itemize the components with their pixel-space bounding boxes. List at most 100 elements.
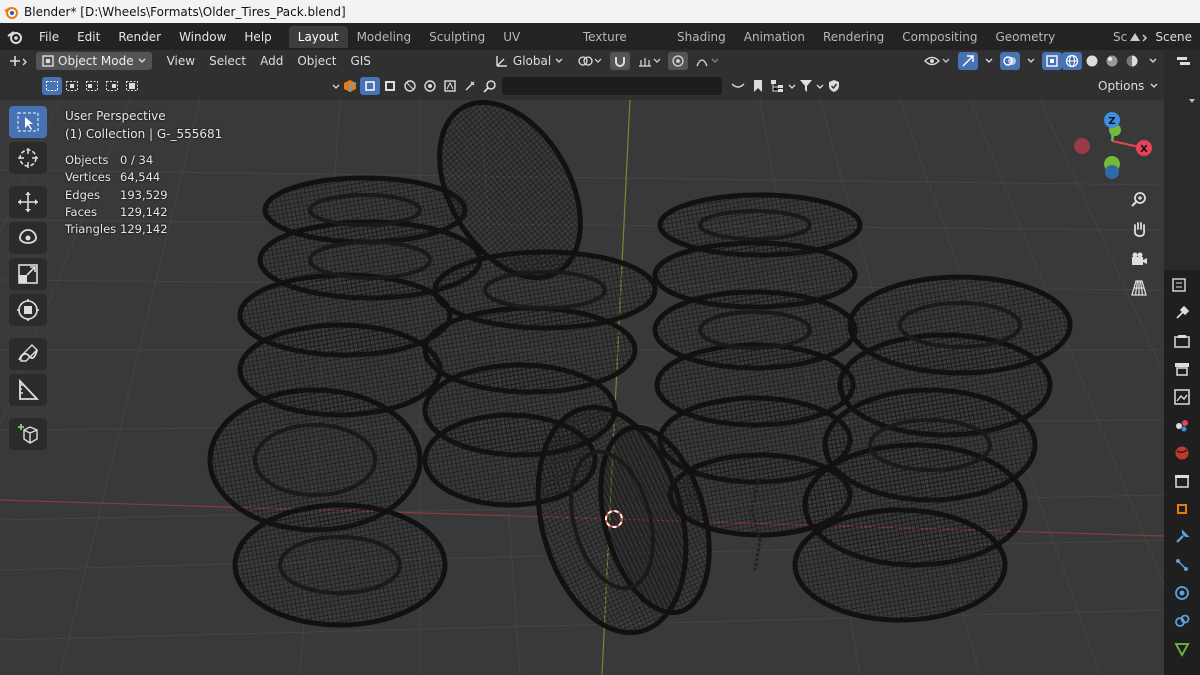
particles-properties-icon[interactable] bbox=[1171, 554, 1193, 576]
tab-layout[interactable]: Layout bbox=[288, 25, 348, 48]
output-properties-icon[interactable] bbox=[1171, 358, 1193, 380]
editor-type-icon[interactable] bbox=[0, 54, 36, 68]
pivot-point-icon[interactable] bbox=[570, 54, 610, 68]
gizmo-neg-z[interactable] bbox=[1105, 165, 1119, 179]
transform-orientation-dropdown[interactable]: Global bbox=[488, 54, 570, 68]
tool-measure[interactable] bbox=[9, 374, 47, 406]
menu-render[interactable]: Render bbox=[109, 30, 170, 44]
tool-rotate[interactable] bbox=[9, 222, 47, 254]
search-icon bbox=[480, 77, 500, 95]
gizmo-neg-x[interactable] bbox=[1074, 138, 1090, 154]
pan-button[interactable] bbox=[1126, 216, 1152, 242]
data-properties-icon[interactable] bbox=[1171, 638, 1193, 660]
visibility-icon[interactable] bbox=[916, 54, 958, 68]
scene-selector[interactable]: Scene bbox=[1127, 23, 1200, 50]
overlays-dropdown-icon[interactable] bbox=[1020, 58, 1042, 64]
tool-select-box[interactable] bbox=[9, 106, 47, 138]
filter-empty-icon[interactable] bbox=[420, 77, 440, 95]
orientation-label: Global bbox=[512, 54, 552, 68]
menu-file[interactable]: File bbox=[30, 30, 68, 44]
tab-shading[interactable]: Shading bbox=[668, 26, 735, 48]
tool-move[interactable] bbox=[9, 186, 47, 218]
scene-properties-icon[interactable] bbox=[1171, 414, 1193, 436]
gizmo-toggle-icon[interactable] bbox=[958, 52, 978, 70]
menu-help[interactable]: Help bbox=[235, 30, 280, 44]
outliner-scroll-arrow-icon[interactable] bbox=[1188, 98, 1196, 106]
tool-cursor[interactable] bbox=[9, 142, 47, 174]
zoom-button[interactable] bbox=[1126, 187, 1152, 213]
gizmo-dropdown-icon[interactable] bbox=[978, 58, 1000, 64]
filter-funnel-icon[interactable] bbox=[796, 77, 816, 95]
options-dropdown[interactable]: Options bbox=[1092, 77, 1165, 95]
outliner-search-input[interactable] bbox=[502, 77, 722, 95]
tool-scale[interactable] bbox=[9, 258, 47, 290]
snap-toggle-icon[interactable] bbox=[610, 52, 631, 70]
tab-compositing[interactable]: Compositing bbox=[893, 26, 986, 48]
tab-rendering[interactable]: Rendering bbox=[814, 26, 893, 48]
tab-texture-paint[interactable]: Texture Paint bbox=[574, 26, 668, 66]
filter-dropdown-icon[interactable] bbox=[332, 79, 340, 93]
tool-transform[interactable] bbox=[9, 294, 47, 326]
menu-window[interactable]: Window bbox=[170, 30, 235, 44]
object-types-icon[interactable] bbox=[340, 77, 360, 95]
constraints-properties-icon[interactable] bbox=[1171, 610, 1193, 632]
hierarchy-dropdown-icon[interactable] bbox=[788, 79, 796, 93]
filter-mesh-icon[interactable] bbox=[360, 77, 380, 95]
view-layer-icon[interactable] bbox=[1171, 386, 1193, 408]
falloff-icon[interactable] bbox=[688, 54, 728, 68]
tab-geometry-nodes[interactable]: Geometry Nodes bbox=[986, 26, 1104, 66]
snap-target-icon[interactable] bbox=[630, 54, 668, 68]
overlays-toggle-icon[interactable] bbox=[1000, 52, 1020, 70]
outliner-editor-icon[interactable] bbox=[1176, 56, 1196, 70]
select-new-icon[interactable] bbox=[42, 77, 62, 95]
select-intersect-icon[interactable] bbox=[122, 77, 142, 95]
tab-uv-editing[interactable]: UV Editing bbox=[494, 26, 574, 66]
wireframe-shading-icon[interactable] bbox=[1062, 52, 1082, 70]
world-properties-icon[interactable] bbox=[1171, 442, 1193, 464]
bookmark-icon[interactable] bbox=[748, 77, 768, 95]
blender-menu-icon[interactable] bbox=[0, 23, 30, 50]
xray-toggle-icon[interactable] bbox=[1042, 52, 1062, 70]
filter-grease-icon[interactable] bbox=[460, 77, 480, 95]
scene-name: Scene bbox=[1155, 29, 1192, 44]
filter-other-icon[interactable] bbox=[440, 77, 460, 95]
menu-view[interactable]: View bbox=[160, 54, 202, 68]
menu-edit[interactable]: Edit bbox=[68, 30, 109, 44]
grid-perspective-icon bbox=[1131, 280, 1147, 296]
tool-settings-icon[interactable] bbox=[1171, 302, 1193, 324]
shield-icon[interactable] bbox=[824, 77, 844, 95]
sync-selection-icon[interactable] bbox=[728, 77, 748, 95]
tab-sculpting[interactable]: Sculpting bbox=[420, 26, 494, 48]
filter-camera-icon[interactable] bbox=[380, 77, 400, 95]
tool-annotate[interactable] bbox=[9, 338, 47, 370]
select-extend-icon[interactable] bbox=[62, 77, 82, 95]
proportional-edit-icon[interactable] bbox=[668, 52, 689, 70]
shading-dropdown-icon[interactable] bbox=[1142, 58, 1164, 64]
ortho-toggle-button[interactable] bbox=[1126, 275, 1152, 301]
render-properties-icon[interactable] bbox=[1171, 330, 1193, 352]
tab-animation[interactable]: Animation bbox=[735, 26, 814, 48]
rendered-shading-icon[interactable] bbox=[1122, 52, 1142, 70]
funnel-dropdown-icon[interactable] bbox=[816, 79, 824, 93]
collection-properties-icon[interactable] bbox=[1171, 470, 1193, 492]
object-properties-icon[interactable] bbox=[1171, 498, 1193, 520]
tab-modeling[interactable]: Modeling bbox=[348, 26, 421, 48]
camera-view-button[interactable] bbox=[1126, 246, 1152, 272]
material-shading-icon[interactable] bbox=[1102, 52, 1122, 70]
mode-dropdown[interactable]: Object Mode bbox=[36, 52, 152, 70]
3d-viewport[interactable] bbox=[0, 100, 1164, 675]
navigation-gizmo[interactable]: Z X bbox=[1068, 108, 1158, 188]
select-invert-icon[interactable] bbox=[102, 77, 122, 95]
properties-editor-icon[interactable] bbox=[1171, 274, 1193, 296]
select-subtract-icon[interactable] bbox=[82, 77, 102, 95]
menu-gis[interactable]: GIS bbox=[343, 54, 377, 68]
solid-shading-icon[interactable] bbox=[1082, 52, 1102, 70]
menu-add[interactable]: Add bbox=[253, 54, 290, 68]
physics-properties-icon[interactable] bbox=[1171, 582, 1193, 604]
menu-object[interactable]: Object bbox=[290, 54, 343, 68]
filter-light-icon[interactable] bbox=[400, 77, 420, 95]
tool-add-cube[interactable] bbox=[9, 418, 47, 450]
hierarchy-icon[interactable] bbox=[768, 77, 788, 95]
menu-select[interactable]: Select bbox=[202, 54, 253, 68]
modifier-properties-icon[interactable] bbox=[1171, 526, 1193, 548]
